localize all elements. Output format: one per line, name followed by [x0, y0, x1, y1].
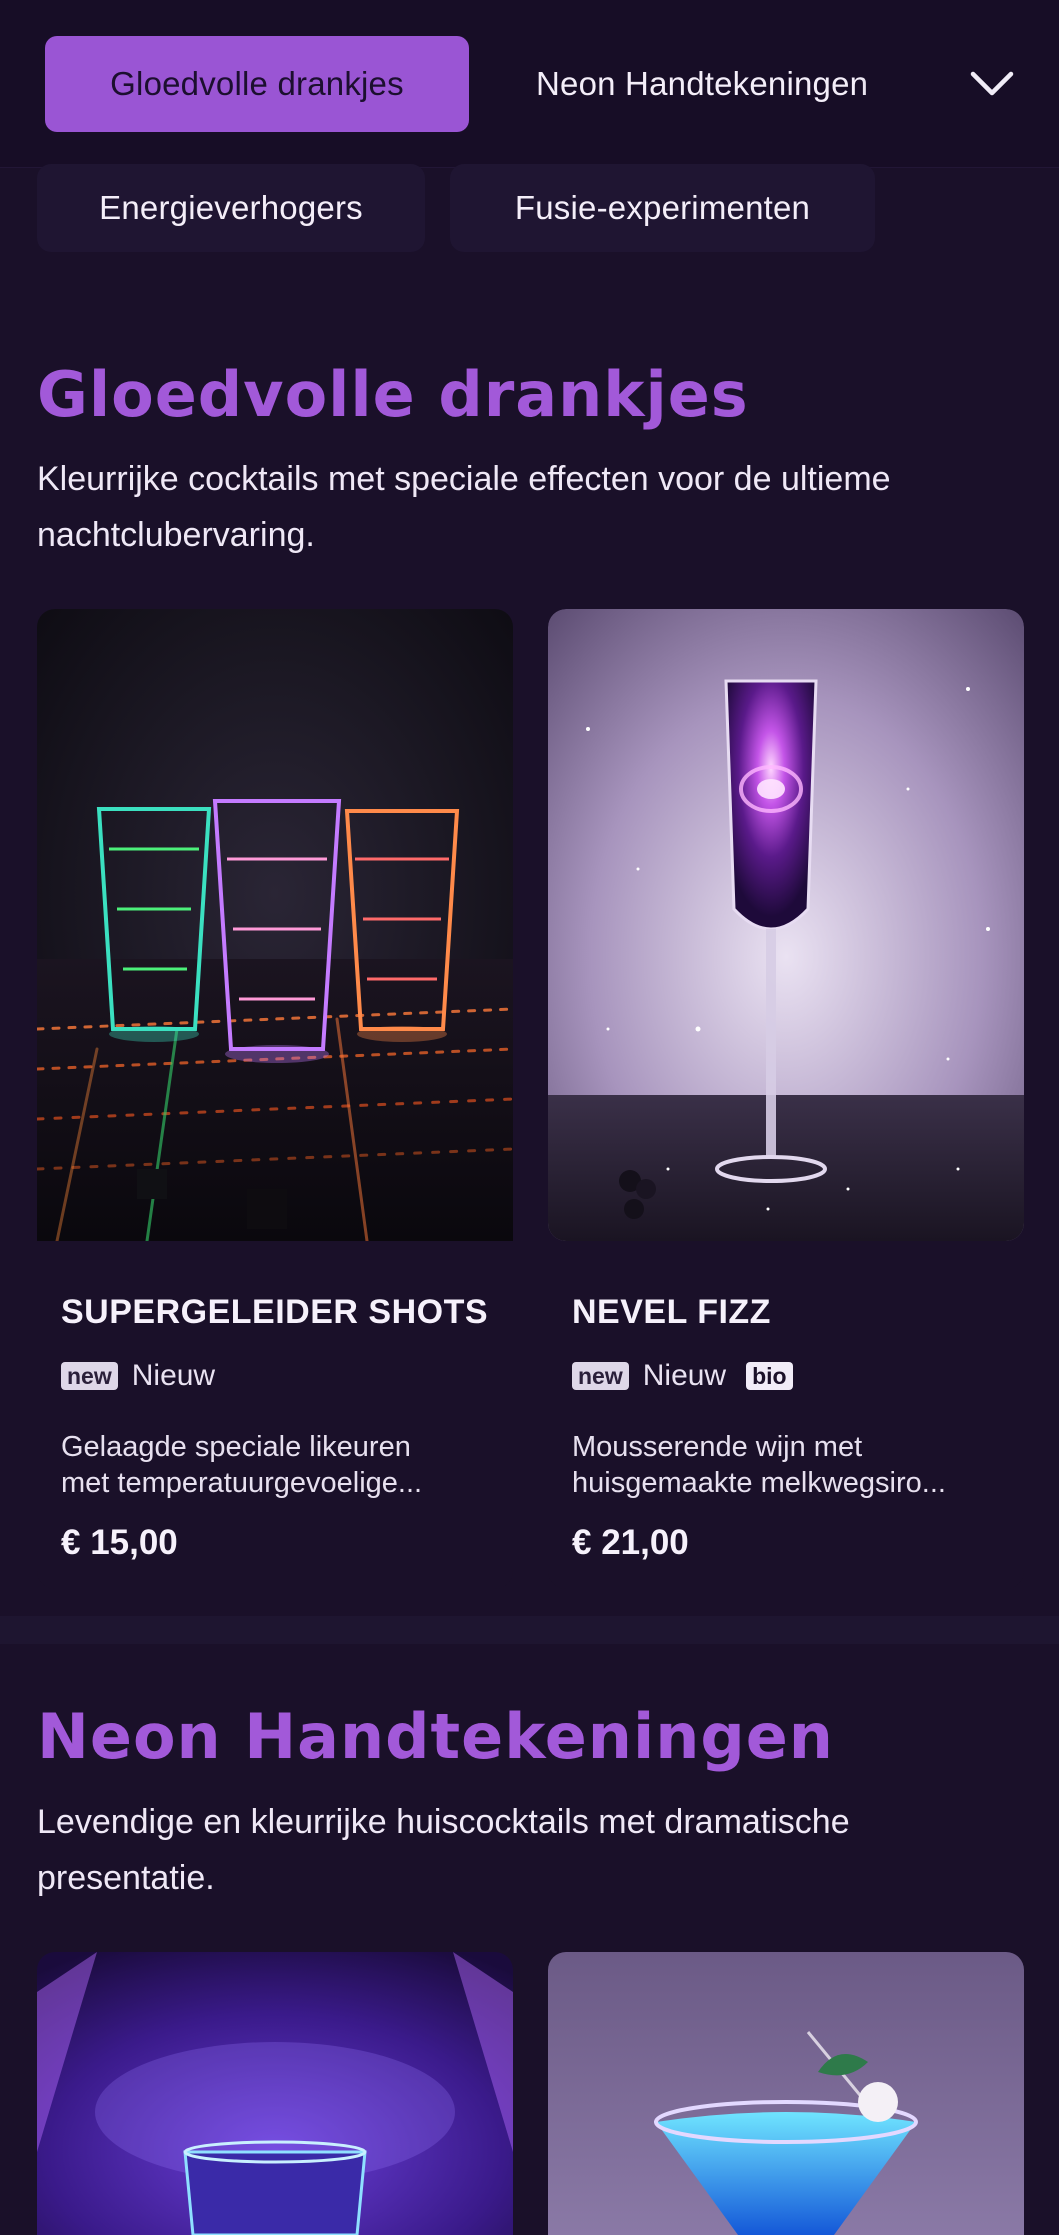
category-chip-neon-handtekeningen[interactable]: Neon Handtekeningen: [498, 36, 918, 132]
section-description: Kleurrijke cocktails met speciale effect…: [37, 460, 891, 554]
category-chip-label: Neon Handtekeningen: [536, 65, 869, 102]
product-card[interactable]: SUPERGELEIDER SHOTS new Nieuw Gelaagde s…: [37, 609, 513, 1589]
category-chip-energieverhogers[interactable]: Energieverhogers: [37, 164, 425, 252]
new-badge-label: Nieuw: [642, 1359, 727, 1392]
category-chip-label: Gloedvolle drankjes: [110, 65, 404, 102]
product-image: [548, 1952, 1024, 2235]
product-description-line: Mousserende wijn met: [572, 1431, 863, 1463]
product-name: NEVEL FIZZ: [572, 1293, 771, 1331]
product-price: € 21,00: [572, 1523, 689, 1562]
new-badge-label: Nieuw: [131, 1359, 216, 1392]
category-chip-label: Fusie-experimenten: [514, 189, 811, 226]
product-card[interactable]: NEVEL FIZZ new Nieuw bio Mousserende wij…: [548, 609, 1024, 1589]
product-description: Gelaagde speciale likeuren met temperatu…: [61, 1429, 501, 1501]
category-chip-fusie-experimenten[interactable]: Fusie-experimenten: [450, 164, 875, 252]
product-description-line: met temperatuurgevoelige...: [61, 1467, 423, 1499]
product-description-line: Gelaagde speciale likeuren: [61, 1431, 411, 1463]
product-info: SUPERGELEIDER SHOTS new Nieuw Gelaagde s…: [37, 1241, 513, 1589]
section-divider: [0, 1616, 1059, 1644]
product-name: SUPERGELEIDER SHOTS: [61, 1293, 489, 1331]
new-badge: new: [572, 1362, 629, 1390]
product-image: [37, 609, 513, 1241]
section-title: Gloedvolle drankjes: [37, 358, 749, 431]
category-chip-gloedvolle-drankjes[interactable]: Gloedvolle drankjes: [45, 36, 469, 132]
product-info: NEVEL FIZZ new Nieuw bio Mousserende wij…: [548, 1241, 1024, 1589]
product-card[interactable]: [548, 1952, 1024, 2235]
chevron-down-icon[interactable]: [960, 52, 1024, 116]
nav-fade-overlay: [860, 36, 960, 132]
product-badges: new Nieuw: [61, 1359, 215, 1393]
section-title: Neon Handtekeningen: [37, 1700, 834, 1773]
product-card[interactable]: [37, 1952, 513, 2235]
product-description-line: huisgemaakte melkwegsiro...: [572, 1467, 946, 1499]
product-description: Mousserende wijn met huisgemaakte melkwe…: [572, 1429, 1012, 1501]
product-price: € 15,00: [61, 1523, 178, 1562]
new-badge: new: [61, 1362, 118, 1390]
product-image: [548, 609, 1024, 1241]
section-description: Levendige en kleurrijke huiscocktails me…: [37, 1803, 850, 1897]
bio-badge: bio: [746, 1362, 793, 1390]
product-badges: new Nieuw bio: [572, 1359, 793, 1393]
category-nav: Gloedvolle drankjes Neon Handtekeningen: [0, 0, 1059, 168]
category-chip-label: Energieverhogers: [99, 189, 363, 226]
product-image: [37, 1952, 513, 2235]
